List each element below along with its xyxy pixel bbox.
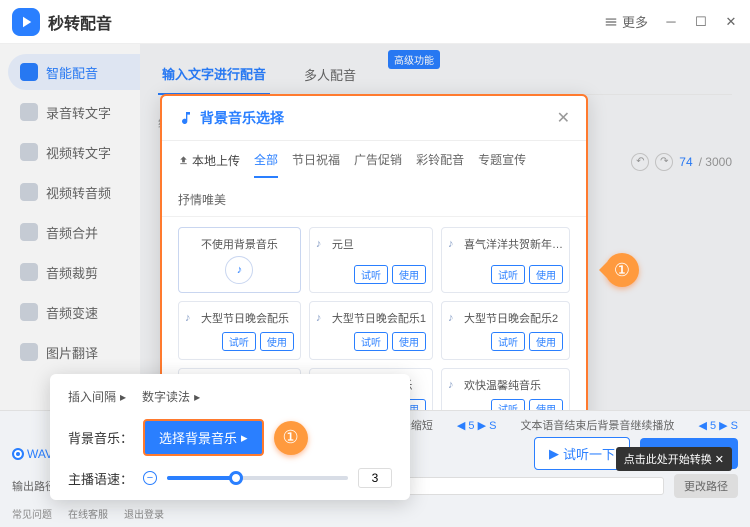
- music-card: ♪喜气洋洋共贺新年… 试听使用: [441, 227, 570, 293]
- music-note-icon: ♪: [448, 312, 460, 324]
- try-button[interactable]: 试听: [491, 265, 525, 284]
- modal-tab-all[interactable]: 全部: [254, 151, 278, 178]
- change-path-button[interactable]: 更改路径: [674, 474, 738, 498]
- insert-gap-dropdown[interactable]: 插入间隔 ▸: [68, 388, 126, 405]
- use-button[interactable]: 使用: [392, 265, 426, 284]
- digit-read-dropdown[interactable]: 数字读法 ▸: [142, 388, 200, 405]
- minimize-button[interactable]: ─: [664, 15, 678, 29]
- use-button[interactable]: 使用: [392, 332, 426, 351]
- bgm-label: 背景音乐：: [68, 428, 133, 447]
- speed-value: 3: [358, 468, 392, 488]
- modal-tab-ads[interactable]: 广告促销: [354, 151, 402, 177]
- app-logo: [12, 8, 40, 36]
- modal-close-button[interactable]: ✕: [557, 108, 570, 128]
- close-button[interactable]: ✕: [724, 15, 738, 29]
- modal-tab-lyrical[interactable]: 抒情唯美: [178, 191, 226, 216]
- bgm-callout: 插入间隔 ▸ 数字读法 ▸ 背景音乐： 选择背景音乐 ▸ ① 主播语速： − 3: [50, 374, 410, 500]
- music-note-icon: ♪: [316, 238, 328, 250]
- try-button[interactable]: 试听: [354, 265, 388, 284]
- more-menu[interactable]: 更多: [604, 12, 648, 31]
- modal-tab-upload[interactable]: 本地上传: [178, 151, 240, 177]
- slider-thumb[interactable]: [229, 471, 243, 485]
- music-note-icon: ♪: [225, 256, 253, 284]
- arrow-controls[interactable]: ◀ 5 ▶ S: [457, 419, 497, 432]
- music-card: ♪元旦 试听使用: [309, 227, 433, 293]
- convert-tooltip: 点击此处开始转换 ✕: [616, 447, 732, 471]
- try-button[interactable]: 试听: [354, 332, 388, 351]
- speed-label: 主播语速：: [68, 469, 133, 488]
- wav-option[interactable]: WAV: [12, 447, 53, 461]
- radio-checked-icon: [12, 448, 24, 460]
- status-logout[interactable]: 退出登录: [124, 506, 164, 521]
- use-button[interactable]: 使用: [529, 265, 563, 284]
- music-card-title: 不使用背景音乐: [201, 236, 278, 252]
- annotation-badge-2: ①: [274, 421, 308, 455]
- annotation-badge-1: ①: [605, 253, 639, 287]
- music-card-none[interactable]: 不使用背景音乐 ♪: [178, 227, 301, 293]
- use-button[interactable]: 使用: [260, 332, 294, 351]
- music-note-icon: [178, 110, 194, 126]
- music-card: ♪大型节日晚会配乐1 试听使用: [309, 301, 433, 360]
- status-faq[interactable]: 常见问题: [12, 506, 52, 521]
- modal-tab-festival[interactable]: 节日祝福: [292, 151, 340, 177]
- music-card: ♪大型节日晚会配乐 试听使用: [178, 301, 301, 360]
- music-card: ♪大型节日晚会配乐2 试听使用: [441, 301, 570, 360]
- try-button[interactable]: 试听: [222, 332, 256, 351]
- speed-slider[interactable]: [167, 476, 348, 480]
- music-note-icon: ♪: [316, 312, 328, 324]
- music-note-icon: ♪: [448, 238, 460, 250]
- speed-minus-button[interactable]: −: [143, 471, 157, 485]
- upload-icon: [178, 155, 189, 166]
- try-button[interactable]: 试听: [491, 332, 525, 351]
- select-bgm-button[interactable]: 选择背景音乐 ▸: [143, 419, 264, 456]
- app-title: 秒转配音: [48, 10, 112, 34]
- music-note-icon: ♪: [185, 312, 197, 324]
- music-note-icon: ♪: [448, 379, 460, 391]
- after-text-label: 文本语音结束后背景音继续播放: [520, 417, 674, 433]
- arrow-controls-2[interactable]: ◀ 5 ▶ S: [698, 419, 738, 432]
- status-support[interactable]: 在线客服: [68, 506, 108, 521]
- modal-tab-ringtone[interactable]: 彩铃配音: [416, 151, 464, 177]
- modal-tab-topic[interactable]: 专题宣传: [478, 151, 526, 177]
- maximize-button[interactable]: ☐: [694, 15, 708, 29]
- modal-title: 背景音乐选择: [178, 108, 284, 128]
- use-button[interactable]: 使用: [529, 332, 563, 351]
